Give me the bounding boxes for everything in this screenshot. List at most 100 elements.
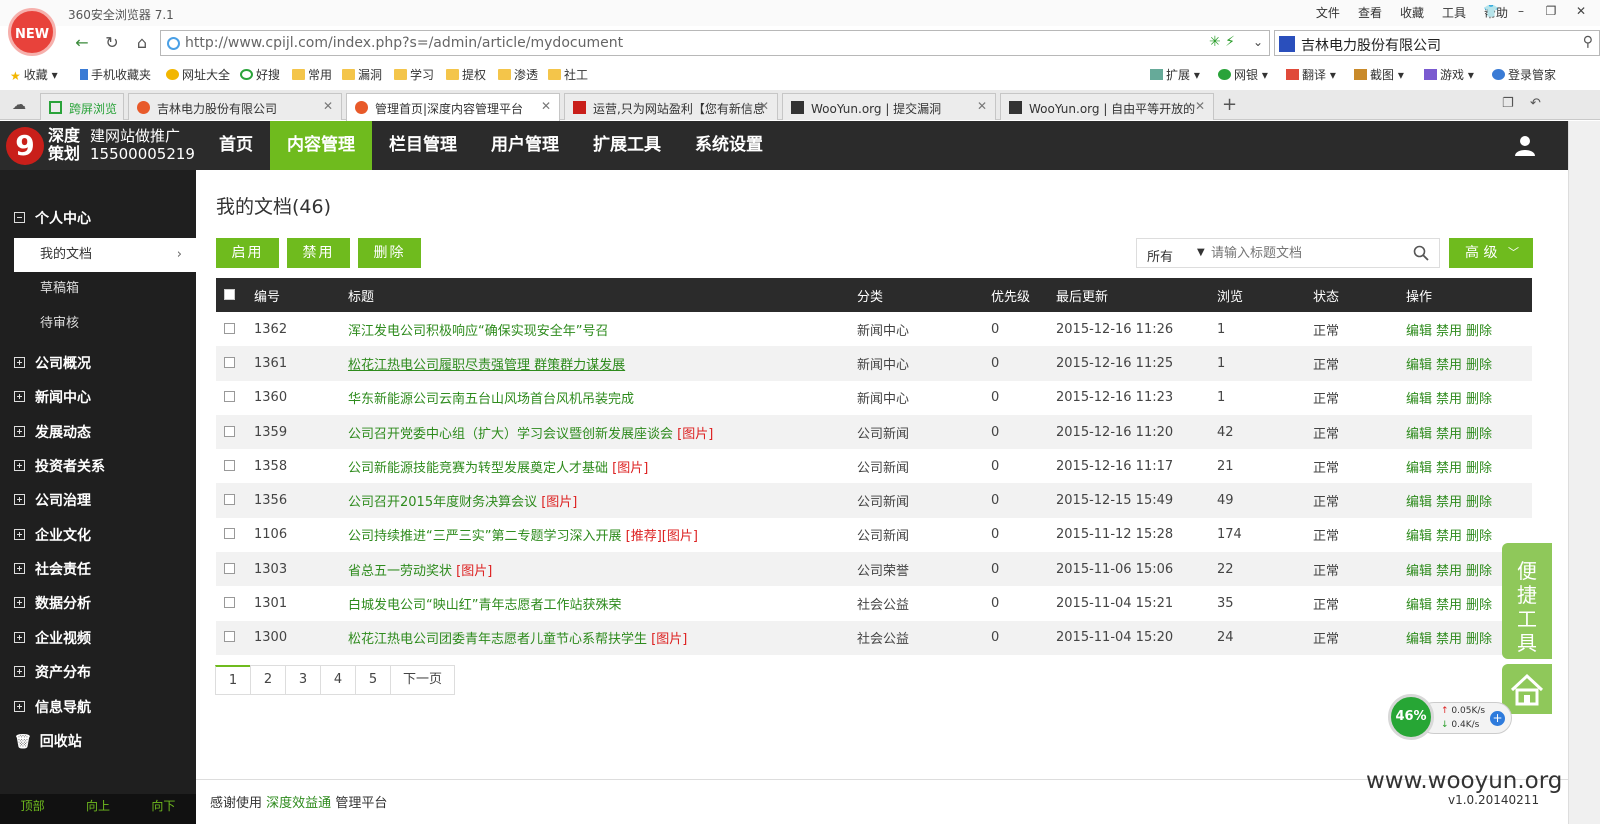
delete-link[interactable]: 删除 bbox=[1466, 461, 1492, 476]
nav-columns[interactable]: 栏目管理 bbox=[372, 121, 474, 170]
page-2[interactable]: 2 bbox=[250, 665, 286, 695]
tab-cross-screen[interactable]: 跨屏浏览 bbox=[40, 93, 124, 120]
tab-jilin[interactable]: 吉林电力股份有限公司 ✕ bbox=[128, 93, 342, 120]
ext-screenshot[interactable]: 截图 ▾ bbox=[1354, 66, 1404, 83]
close-icon[interactable]: ✕ bbox=[323, 99, 333, 113]
page-1[interactable]: 1 bbox=[215, 665, 251, 695]
plus-icon[interactable]: + bbox=[1490, 711, 1505, 726]
doc-title-link[interactable]: 省总五一劳动奖状 bbox=[348, 564, 452, 579]
user-icon[interactable] bbox=[1514, 134, 1536, 156]
page-4[interactable]: 4 bbox=[320, 665, 356, 695]
nav-settings[interactable]: 系统设置 bbox=[678, 121, 780, 170]
edit-link[interactable]: 编辑 bbox=[1406, 427, 1432, 442]
footer-link[interactable]: 深度效益通 bbox=[266, 796, 331, 811]
sidebar-item-my-docs[interactable]: 我的文档 › bbox=[14, 238, 196, 272]
disable-link[interactable]: 禁用 bbox=[1436, 392, 1462, 407]
disable-link[interactable]: 禁用 bbox=[1436, 358, 1462, 373]
tab-ops[interactable]: 运营,只为网站盈利【您有新信息 ✕ bbox=[564, 93, 778, 120]
chevron-down-icon[interactable]: ⌄ bbox=[1253, 35, 1263, 49]
delete-link[interactable]: 删除 bbox=[1466, 529, 1492, 544]
search-box[interactable]: 吉林电力股份有限公司 ⚲ bbox=[1274, 30, 1600, 56]
advanced-button[interactable]: 高 级 ﹀ bbox=[1449, 238, 1533, 268]
ext-extend[interactable]: 扩展 ▾ bbox=[1150, 66, 1200, 83]
page-5[interactable]: 5 bbox=[355, 665, 391, 695]
delete-link[interactable]: 删除 bbox=[1466, 427, 1492, 442]
close-button[interactable]: ✕ bbox=[1568, 2, 1594, 20]
speed-mode-icon[interactable]: ✳ ⚡ bbox=[1209, 34, 1235, 50]
sidebar-group-overview[interactable]: 公司概况 bbox=[14, 353, 91, 373]
edit-link[interactable]: 编辑 bbox=[1406, 564, 1432, 579]
disable-button[interactable]: 禁用 bbox=[287, 238, 350, 268]
scroll-up-button[interactable]: 向上 bbox=[86, 794, 110, 824]
menu-tools[interactable]: 工具 bbox=[1442, 4, 1466, 21]
new-tab-icon[interactable]: + bbox=[1222, 94, 1237, 115]
edit-link[interactable]: 编辑 bbox=[1406, 632, 1432, 647]
nav-users[interactable]: 用户管理 bbox=[474, 121, 576, 170]
page-3[interactable]: 3 bbox=[285, 665, 321, 695]
quick-tools-button[interactable]: 便捷工具 bbox=[1502, 543, 1552, 659]
sidebar-group-investors[interactable]: 投资者关系 bbox=[14, 456, 105, 476]
skin-icon[interactable]: 👕 bbox=[1478, 2, 1504, 20]
fav-folder-common[interactable]: 常用 bbox=[292, 66, 332, 83]
disable-link[interactable]: 禁用 bbox=[1436, 529, 1462, 544]
delete-link[interactable]: 删除 bbox=[1466, 358, 1492, 373]
edit-link[interactable]: 编辑 bbox=[1406, 324, 1432, 339]
nav-extensions[interactable]: 扩展工具 bbox=[576, 121, 678, 170]
doc-title-link[interactable]: 公司新能源技能竞赛为转型发展奠定人才基础 bbox=[348, 461, 608, 476]
edit-link[interactable]: 编辑 bbox=[1406, 392, 1432, 407]
sidebar-group-development[interactable]: 发展动态 bbox=[14, 422, 91, 442]
browser-logo[interactable]: NEW bbox=[8, 8, 56, 56]
fav-folder-social[interactable]: 社工 bbox=[548, 66, 588, 83]
ext-games[interactable]: 游戏 ▾ bbox=[1424, 66, 1474, 83]
sidebar-recycle[interactable]: 🗑 回收站 bbox=[14, 731, 82, 751]
row-checkbox[interactable] bbox=[224, 391, 235, 403]
fav-folder-study[interactable]: 学习 bbox=[394, 66, 434, 83]
scroll-top-button[interactable]: 顶部 bbox=[21, 794, 45, 824]
minimize-button[interactable]: – bbox=[1508, 2, 1534, 20]
disable-link[interactable]: 禁用 bbox=[1436, 632, 1462, 647]
enable-button[interactable]: 启用 bbox=[216, 238, 279, 268]
restore-tab-icon[interactable]: ❐ bbox=[1502, 96, 1514, 111]
fav-folder-vuln[interactable]: 漏洞 bbox=[342, 66, 382, 83]
fav-folder-priv[interactable]: 提权 bbox=[446, 66, 486, 83]
delete-link[interactable]: 删除 bbox=[1466, 495, 1492, 510]
search-input[interactable]: 吉林电力股份有限公司 bbox=[1301, 35, 1441, 55]
fav-haosou[interactable]: 好搜 bbox=[240, 66, 280, 83]
close-icon[interactable]: ✕ bbox=[759, 99, 769, 113]
row-checkbox[interactable] bbox=[224, 425, 235, 437]
sidebar-group-responsibility[interactable]: 社会责任 bbox=[14, 559, 91, 579]
fav-collect[interactable]: ★ 收藏 ▾ bbox=[10, 66, 58, 83]
delete-link[interactable]: 删除 bbox=[1466, 632, 1492, 647]
title-search-input[interactable] bbox=[1211, 240, 1401, 266]
nav-content[interactable]: 内容管理 bbox=[270, 121, 372, 170]
doc-title-link[interactable]: 华东新能源公司云南五台山风场首台风机吊装完成 bbox=[348, 392, 634, 407]
edit-link[interactable]: 编辑 bbox=[1406, 358, 1432, 373]
undo-icon[interactable]: ↶ bbox=[1530, 96, 1541, 111]
brand-logo[interactable]: 9 bbox=[6, 127, 44, 165]
search-icon[interactable] bbox=[1413, 245, 1429, 261]
row-checkbox[interactable] bbox=[224, 631, 235, 643]
filter-select[interactable]: 所有 bbox=[1147, 246, 1173, 265]
row-checkbox[interactable] bbox=[224, 494, 235, 506]
search-engine-icon[interactable] bbox=[1279, 36, 1295, 52]
caret-down-icon[interactable]: ▼ bbox=[1197, 247, 1205, 258]
row-checkbox[interactable] bbox=[224, 597, 235, 609]
doc-title-link[interactable]: 浑江发电公司积极响应“确保实现安全年”号召 bbox=[348, 324, 608, 339]
doc-title-link[interactable]: 公司持续推进“三严三实”第二专题学习深入开展 bbox=[348, 529, 621, 544]
doc-title-link[interactable]: 松花江热电公司履职尽责强管理 群策群力谋发展 bbox=[348, 358, 625, 373]
close-icon[interactable]: ✕ bbox=[1195, 99, 1205, 113]
scroll-down-button[interactable]: 向下 bbox=[151, 794, 175, 824]
select-all-checkbox[interactable] bbox=[224, 288, 235, 300]
disable-link[interactable]: 禁用 bbox=[1436, 598, 1462, 613]
doc-title-link[interactable]: 公司召开2015年度财务决算会议 bbox=[348, 495, 537, 510]
sidebar-group-assets[interactable]: 资产分布 bbox=[14, 662, 91, 682]
sidebar-item-drafts[interactable]: 草稿箱 bbox=[14, 272, 196, 306]
disable-link[interactable]: 禁用 bbox=[1436, 461, 1462, 476]
tab-wooyun-submit[interactable]: WooYun.org | 提交漏洞 ✕ bbox=[782, 93, 996, 120]
disable-link[interactable]: 禁用 bbox=[1436, 324, 1462, 339]
cloud-icon[interactable]: ☁ bbox=[12, 97, 26, 113]
nav-home[interactable]: 首页 bbox=[202, 121, 270, 170]
sidebar-group-navigation[interactable]: 信息导航 bbox=[14, 697, 91, 717]
sidebar-group-governance[interactable]: 公司治理 bbox=[14, 490, 91, 510]
next-page[interactable]: 下一页 bbox=[390, 665, 456, 695]
